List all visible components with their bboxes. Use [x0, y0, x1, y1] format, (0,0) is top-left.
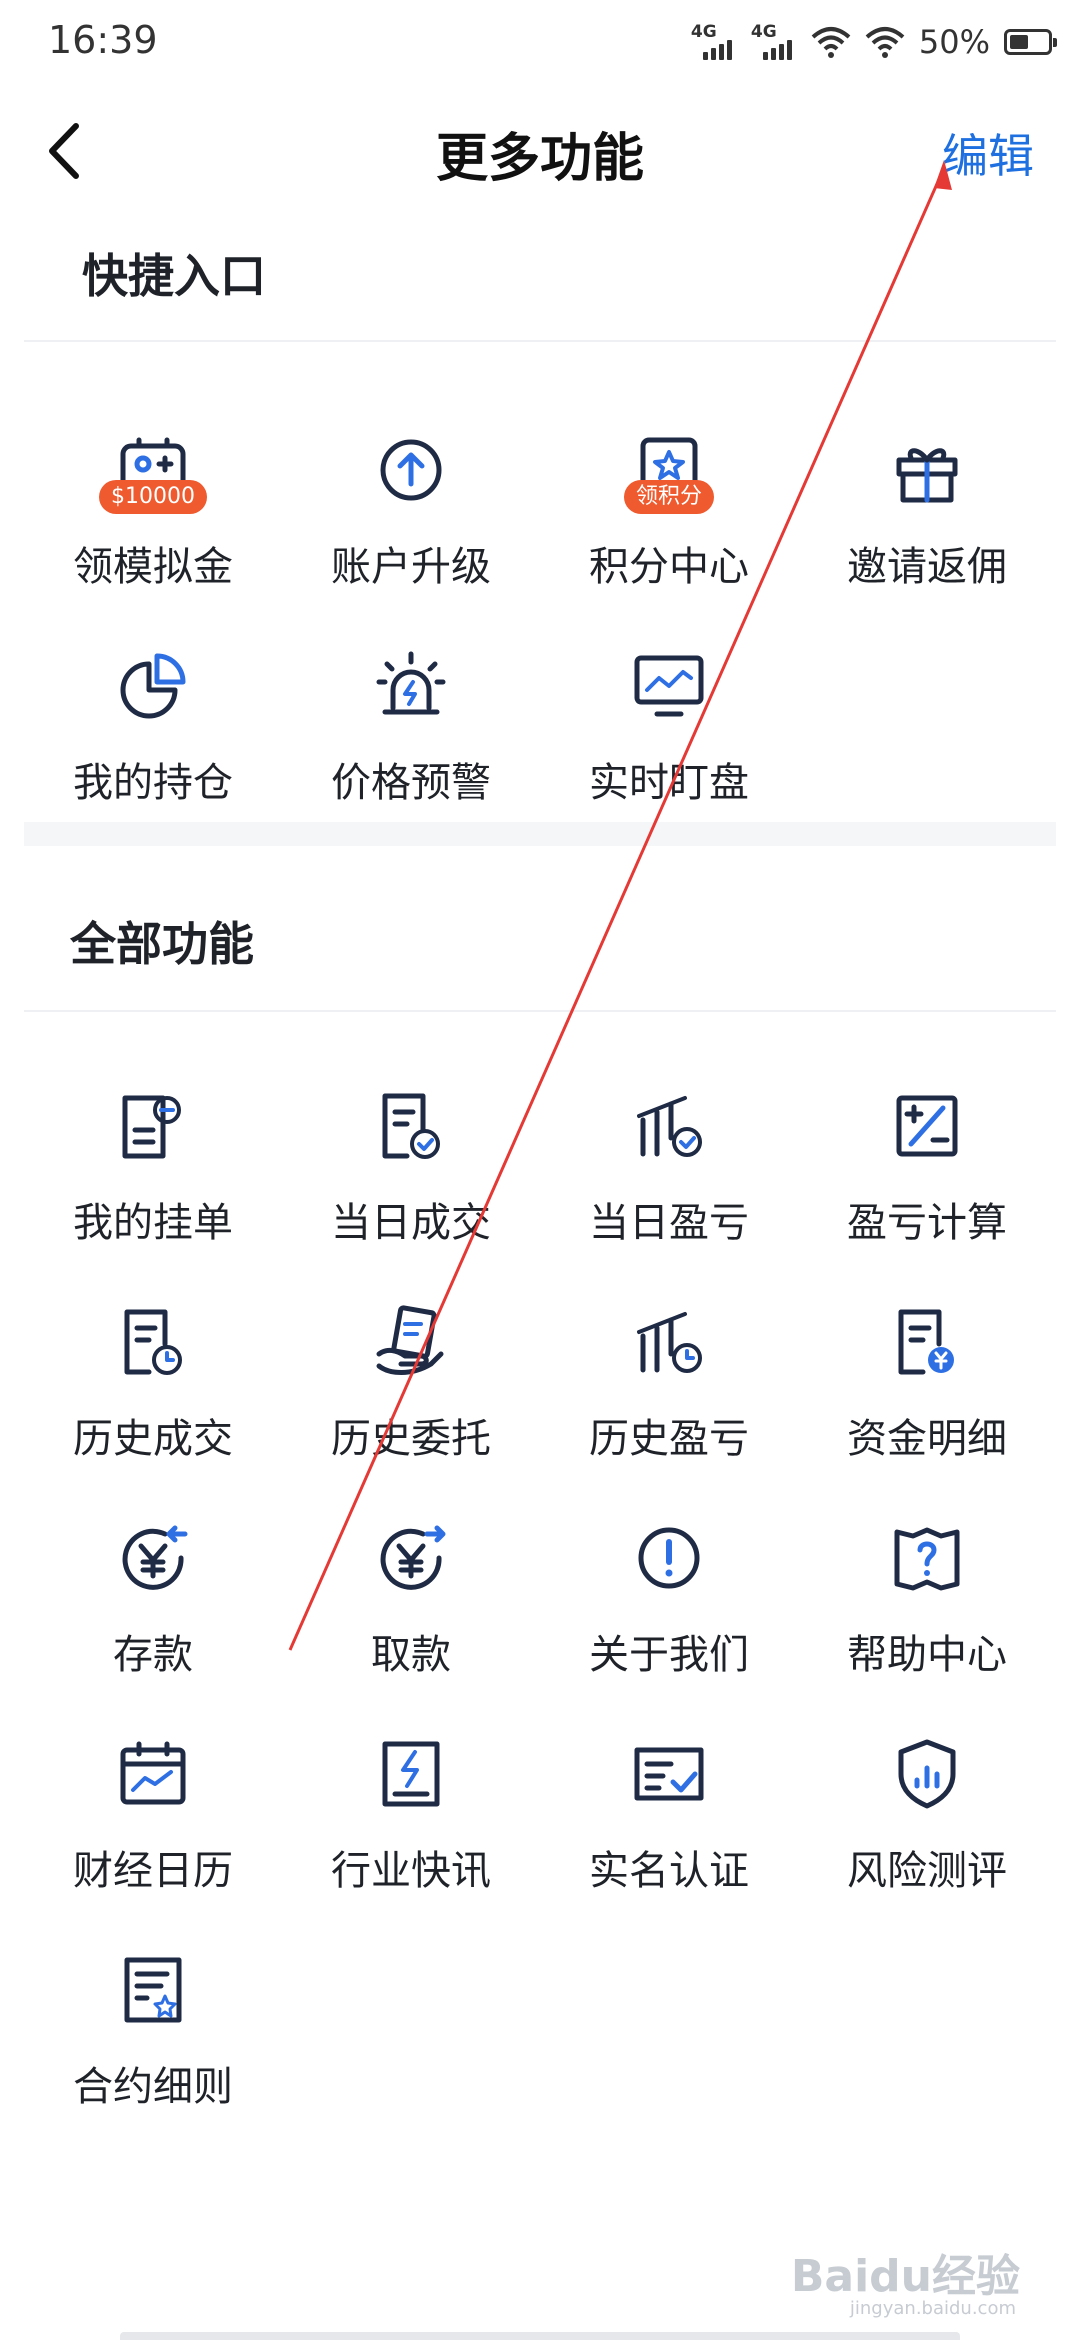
- bars-check-icon: [629, 1086, 709, 1166]
- function-item[interactable]: 实名认证: [540, 1734, 798, 1950]
- function-item[interactable]: 历史委托: [282, 1302, 540, 1518]
- function-label: 历史成交: [73, 1416, 233, 1462]
- signal-icon: 4G: [690, 22, 737, 60]
- function-label: 资金明细: [847, 1416, 1007, 1462]
- network-type-1: 4G: [690, 22, 717, 42]
- function-item[interactable]: 当日盈亏: [540, 1086, 798, 1302]
- function-label: 历史委托: [331, 1416, 491, 1462]
- function-label: 当日成交: [331, 1200, 491, 1246]
- home-indicator: [120, 2332, 960, 2340]
- function-item[interactable]: 风险测评: [798, 1734, 1056, 1950]
- gift-icon: [887, 430, 967, 510]
- function-label: 取款: [371, 1632, 451, 1678]
- function-label: 当日盈亏: [589, 1200, 749, 1246]
- battery-percent: 50%: [918, 23, 990, 61]
- quick-section-title: 快捷入口: [82, 249, 266, 303]
- function-label: 关于我们: [589, 1632, 749, 1678]
- status-bar: 16:39 4G 4G 50%: [0, 0, 1080, 84]
- quick-grid: $10000 领模拟金 账户升级 领积分 积分中心 邀请返佣 我的持仓 价格预警 实时盯盘: [24, 430, 1056, 862]
- divider: [24, 340, 1056, 342]
- star-badge-icon: 领积分: [623, 430, 715, 514]
- all-section-title: 全部功能: [70, 917, 254, 971]
- watermark-url: jingyan.baidu.com: [849, 2298, 1016, 2319]
- yen-withdraw-icon: [371, 1518, 451, 1598]
- help-book-icon: [887, 1518, 967, 1598]
- wifi-icon: [865, 27, 905, 58]
- status-time: 16:39: [48, 18, 158, 62]
- function-item[interactable]: 财经日历: [24, 1734, 282, 1950]
- function-label: 积分中心: [589, 544, 749, 590]
- network-type-2: 4G: [750, 22, 777, 42]
- doc-clock-icon: [113, 1302, 193, 1382]
- function-item[interactable]: 帮助中心: [798, 1518, 1056, 1734]
- function-item[interactable]: 领积分 积分中心: [540, 430, 798, 646]
- watermark-brand: Baidu经验: [790, 2251, 1020, 2302]
- status-icons: 4G 4G 50%: [690, 20, 1057, 64]
- function-label: 邀请返佣: [847, 544, 1007, 590]
- signal-icon: 4G: [750, 22, 797, 60]
- yen-deposit-icon: [113, 1518, 193, 1598]
- hand-doc-icon: [371, 1302, 451, 1382]
- function-item[interactable]: 关于我们: [540, 1518, 798, 1734]
- wifi-icon: [811, 27, 851, 58]
- calendar-chart-icon: [113, 1734, 193, 1814]
- monitor-chart-icon: [629, 646, 709, 726]
- id-check-icon: [629, 1734, 709, 1814]
- function-item[interactable]: 历史成交: [24, 1302, 282, 1518]
- section-separator: [24, 822, 1056, 846]
- page-title: 更多功能: [435, 129, 644, 189]
- all-grid: 我的挂单 当日成交 当日盈亏 盈亏计算历史成交 历史委托 历史盈亏 资金明细存款 取款 关于我们…: [24, 1086, 1056, 2166]
- function-label: 合约细则: [73, 2064, 233, 2110]
- doc-yen-icon: [887, 1302, 967, 1382]
- promo-badge: $10000: [99, 480, 207, 514]
- wallet-plus-icon: $10000: [99, 430, 207, 514]
- function-label: 实时盯盘: [589, 760, 749, 806]
- function-label: 风险测评: [847, 1848, 1007, 1894]
- nav-bar: 更多功能 编辑: [0, 96, 1080, 206]
- function-label: 我的挂单: [73, 1200, 233, 1246]
- edit-button[interactable]: 编辑: [942, 120, 1034, 186]
- function-item[interactable]: 历史盈亏: [540, 1302, 798, 1518]
- shield-chart-icon: [887, 1734, 967, 1814]
- function-item[interactable]: 邀请返佣: [798, 430, 1056, 646]
- bars-clock-icon: [629, 1302, 709, 1382]
- function-item[interactable]: 合约细则: [24, 1950, 282, 2166]
- calculator-icon: [887, 1086, 967, 1166]
- function-item[interactable]: 取款: [282, 1518, 540, 1734]
- function-label: 领模拟金: [73, 544, 233, 590]
- function-item[interactable]: 我的挂单: [24, 1086, 282, 1302]
- function-label: 帮助中心: [847, 1632, 1007, 1678]
- function-label: 盈亏计算: [847, 1200, 1007, 1246]
- function-label: 财经日历: [73, 1848, 233, 1894]
- battery-icon: [1004, 29, 1057, 55]
- function-label: 实名认证: [589, 1848, 749, 1894]
- function-item[interactable]: 盈亏计算: [798, 1086, 1056, 1302]
- function-label: 价格预警: [331, 760, 491, 806]
- news-flash-icon: [371, 1734, 451, 1814]
- info-circle-icon: [629, 1518, 709, 1598]
- doc-check-icon: [371, 1086, 451, 1166]
- function-item[interactable]: 存款: [24, 1518, 282, 1734]
- promo-badge: 领积分: [623, 480, 715, 514]
- function-item[interactable]: 资金明细: [798, 1302, 1056, 1518]
- divider: [24, 1010, 1056, 1012]
- function-label: 账户升级: [331, 544, 491, 590]
- function-label: 历史盈亏: [589, 1416, 749, 1462]
- function-item[interactable]: 当日成交: [282, 1086, 540, 1302]
- pie-chart-icon: [113, 646, 193, 726]
- function-item[interactable]: 行业快讯: [282, 1734, 540, 1950]
- function-label: 存款: [113, 1632, 193, 1678]
- function-item[interactable]: 账户升级: [282, 430, 540, 646]
- function-label: 我的持仓: [73, 760, 233, 806]
- arrow-up-circle-icon: [371, 430, 451, 510]
- function-item[interactable]: $10000 领模拟金: [24, 430, 282, 646]
- order-doc-icon: [113, 1086, 193, 1166]
- alarm-light-icon: [371, 646, 451, 726]
- function-label: 行业快讯: [331, 1848, 491, 1894]
- contract-star-icon: [113, 1950, 193, 2030]
